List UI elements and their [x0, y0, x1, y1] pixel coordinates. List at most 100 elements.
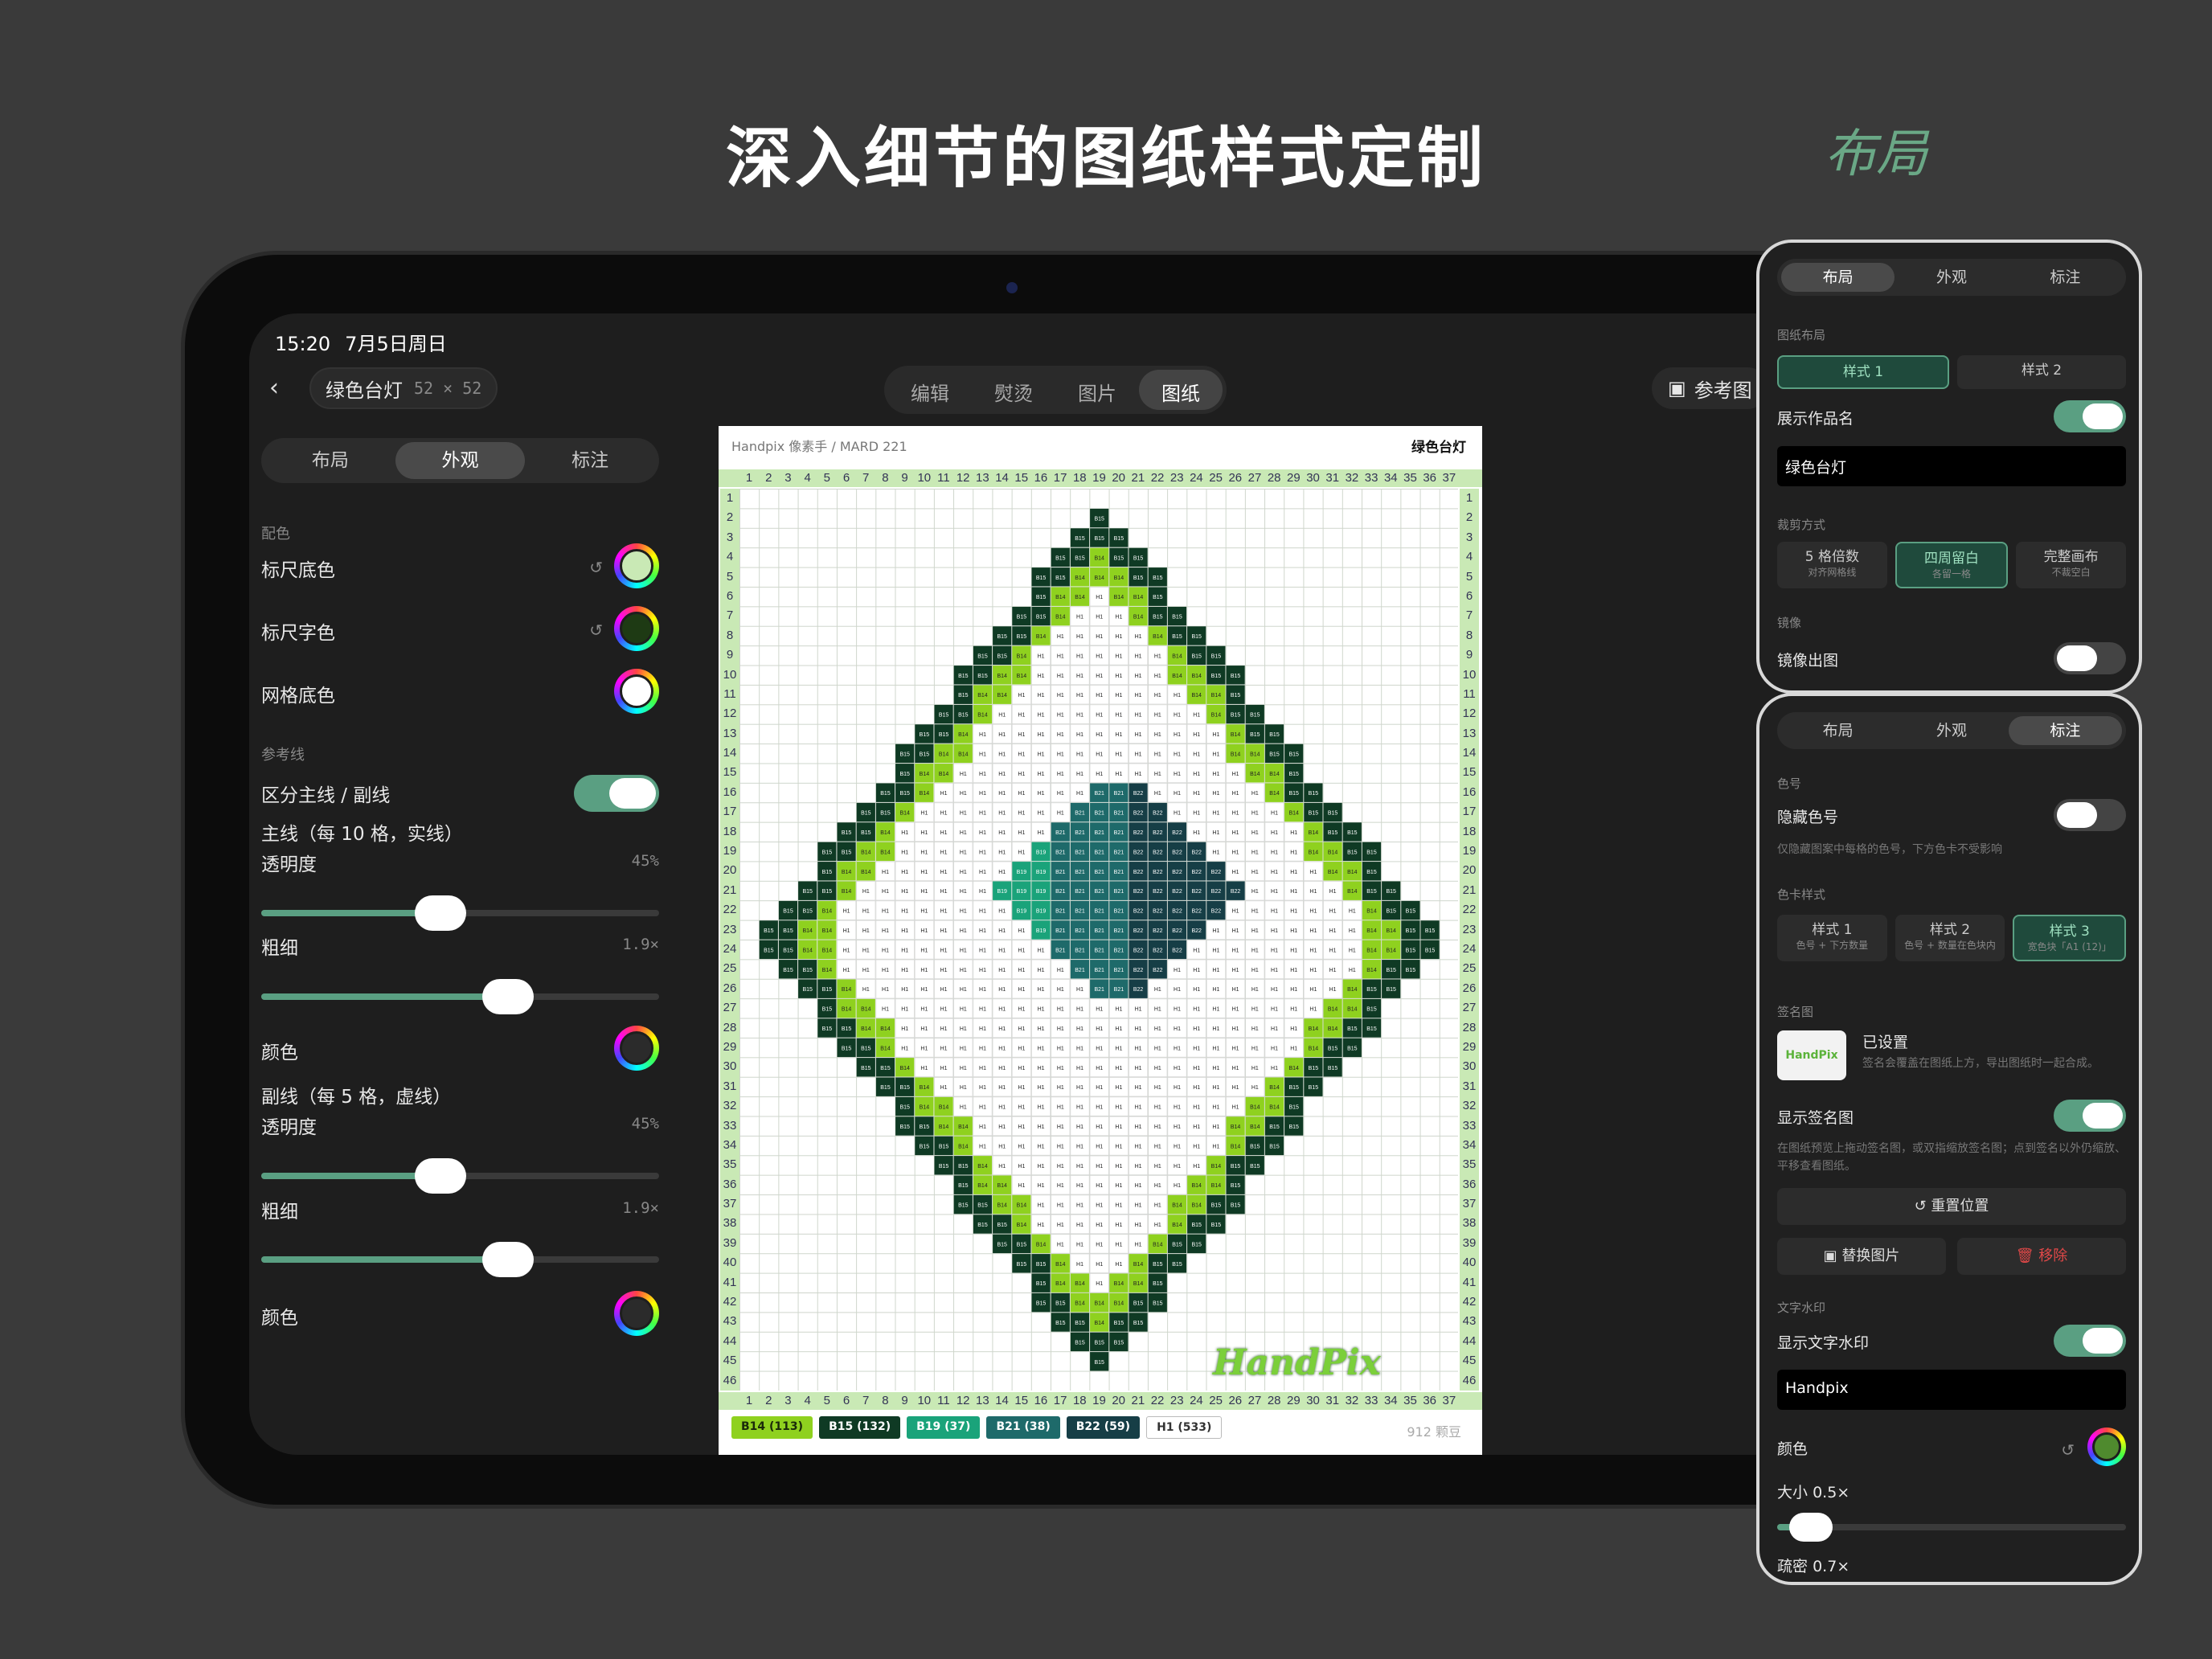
- bead-code: B14: [861, 1007, 871, 1013]
- bead-code: H1: [1174, 1085, 1181, 1091]
- sub-thickness-slider[interactable]: [261, 1242, 659, 1277]
- mirror-label: 镜像出图: [1777, 652, 1839, 670]
- ruler-tick-label: 1: [745, 1394, 753, 1407]
- bead-code: B15: [1366, 1007, 1377, 1013]
- bead-code: B15: [1309, 811, 1319, 817]
- ruler-tick-label: 20: [723, 863, 737, 878]
- bead-code: H1: [1115, 674, 1122, 679]
- bead-code: H1: [960, 1066, 967, 1071]
- bead-code: B19: [1017, 870, 1027, 875]
- layout-style-1[interactable]: 样式 1: [1777, 355, 1949, 389]
- tab-pattern[interactable]: 图纸: [1139, 370, 1223, 410]
- bead-code: B22: [1191, 850, 1202, 855]
- bead-grid[interactable]: B15 B15 B15 B15 B15 B15 B14 B15 B15 B15 B15 B14 B14 B…: [739, 489, 1458, 1391]
- tab-annotation[interactable]: 标注: [2008, 716, 2122, 745]
- tab-layout[interactable]: 布局: [265, 442, 395, 479]
- bead-code: H1: [1329, 909, 1337, 915]
- bead-code: H1: [1135, 1183, 1142, 1189]
- distinguish-toggle[interactable]: [574, 775, 659, 812]
- watermark-text-input[interactable]: Handpix: [1777, 1370, 2126, 1410]
- main-thickness-slider[interactable]: [261, 979, 659, 1014]
- back-button[interactable]: ‹: [269, 374, 279, 402]
- tab-appearance[interactable]: 外观: [395, 442, 526, 479]
- tab-image[interactable]: 图片: [1055, 370, 1139, 410]
- ruler-bg-color-swatch[interactable]: [614, 543, 659, 588]
- reference-image-button[interactable]: ▣ 参考图: [1652, 367, 1768, 409]
- bead-code: H1: [1076, 732, 1083, 738]
- bead-code: H1: [1115, 713, 1122, 719]
- watermark-density-row: 疏密 0.7×: [1777, 1555, 2126, 1576]
- reset-icon[interactable]: ↺: [589, 621, 603, 640]
- tab-iron[interactable]: 熨烫: [972, 370, 1055, 410]
- watermark-color-swatch[interactable]: [2087, 1428, 2126, 1466]
- crop-option-grid5[interactable]: 5 格倍数 对齐网格线: [1777, 542, 1887, 588]
- card-style-1[interactable]: 样式 1 色号 + 下方数量: [1777, 915, 1887, 961]
- crop-option-margin[interactable]: 四周留白 各留一格: [1895, 542, 2009, 588]
- slider-thumb[interactable]: [414, 1158, 466, 1194]
- reset-icon[interactable]: ↺: [2061, 1440, 2075, 1460]
- crop-option-full[interactable]: 完整画布 不裁空白: [2016, 542, 2127, 588]
- grid-bg-color-swatch[interactable]: [614, 669, 659, 714]
- show-signature-toggle[interactable]: [2054, 1100, 2126, 1132]
- replace-image-button[interactable]: ▣ 替换图片: [1777, 1238, 1946, 1275]
- main-line-color-swatch[interactable]: [614, 1026, 659, 1071]
- ruler-tick-label: 28: [1462, 1020, 1477, 1034]
- tab-annotation[interactable]: 标注: [525, 442, 655, 479]
- bead-code: H1: [1309, 889, 1317, 895]
- sub-opacity-slider[interactable]: [261, 1158, 659, 1194]
- bead-code: H1: [1271, 889, 1278, 895]
- slider-thumb[interactable]: [414, 895, 466, 931]
- bead-code: H1: [1290, 850, 1297, 855]
- hide-code-toggle[interactable]: [2054, 799, 2126, 831]
- slider-thumb[interactable]: [1788, 1513, 1833, 1542]
- bead-code: B14: [1366, 948, 1377, 953]
- tab-layout[interactable]: 布局: [1781, 716, 1895, 745]
- bead-code: H1: [1290, 1007, 1297, 1013]
- document-chip[interactable]: 绿色台灯 52 × 52: [309, 367, 498, 409]
- section-mirror-label: 镜像: [1777, 616, 1802, 630]
- watermark-size-slider[interactable]: [1777, 1513, 2126, 1542]
- status-date: 7月5日周日: [345, 333, 447, 355]
- bead-code: H1: [1076, 1046, 1083, 1051]
- sub-line-color-swatch[interactable]: [614, 1291, 659, 1336]
- ruler-tick-label: 23: [723, 922, 737, 936]
- bead-code: B15: [977, 1223, 988, 1228]
- swatch-fill: [620, 612, 653, 645]
- bead-code: B15: [1133, 1321, 1144, 1326]
- bead-code: H1: [1096, 595, 1103, 600]
- layout-style-2[interactable]: 样式 2: [1957, 355, 2126, 389]
- show-name-toggle[interactable]: [2054, 400, 2126, 432]
- card-style-3[interactable]: 样式 3 宽色块「A1 (12)」: [2013, 915, 2127, 961]
- remove-signature-button[interactable]: 🗑 移除: [1957, 1238, 2126, 1275]
- card-style-2[interactable]: 样式 2 色号 + 数量在色块内: [1895, 915, 2005, 961]
- row-ruler-left: 1 2 3 4 5 6 7 8 9 10 11 12 13 14 15 16 17 18 19 20 21 22 23 24 2…: [720, 489, 739, 1391]
- signature-thumbnail[interactable]: HandPix: [1777, 1030, 1846, 1080]
- bead-code: B15: [783, 909, 793, 915]
- ruler-text-color-swatch[interactable]: [614, 606, 659, 651]
- bead-code: B21: [1094, 909, 1104, 915]
- tab-appearance[interactable]: 外观: [1895, 263, 2008, 292]
- tab-layout[interactable]: 布局: [1781, 263, 1895, 292]
- bead-code: H1: [1251, 811, 1259, 817]
- main-opacity-slider[interactable]: [261, 895, 659, 931]
- bead-code: H1: [1038, 1046, 1045, 1051]
- bead-code: B14: [1347, 889, 1358, 895]
- bead-code: H1: [1232, 987, 1239, 993]
- bead-code: B21: [1114, 791, 1124, 797]
- mirror-toggle[interactable]: [2054, 642, 2126, 674]
- show-watermark-toggle[interactable]: [2054, 1325, 2126, 1357]
- reset-position-button[interactable]: ↺ 重置位置: [1777, 1188, 2126, 1225]
- tab-annotation[interactable]: 标注: [2009, 263, 2122, 292]
- slider-thumb[interactable]: [481, 1242, 534, 1277]
- signature-logo[interactable]: HandPix: [1213, 1342, 1381, 1383]
- artwork-name-input[interactable]: 绿色台灯: [1777, 446, 2126, 486]
- ruler-tick-label: 6: [842, 471, 850, 485]
- bead-code: H1: [1135, 732, 1142, 738]
- bead-code: H1: [1154, 1007, 1161, 1013]
- reset-icon[interactable]: ↺: [589, 558, 603, 577]
- tab-appearance[interactable]: 外观: [1895, 716, 2008, 745]
- bead-code: B15: [1309, 1066, 1319, 1071]
- bead-code: H1: [998, 850, 1006, 855]
- slider-thumb[interactable]: [481, 979, 534, 1014]
- tab-edit[interactable]: 编辑: [888, 370, 972, 410]
